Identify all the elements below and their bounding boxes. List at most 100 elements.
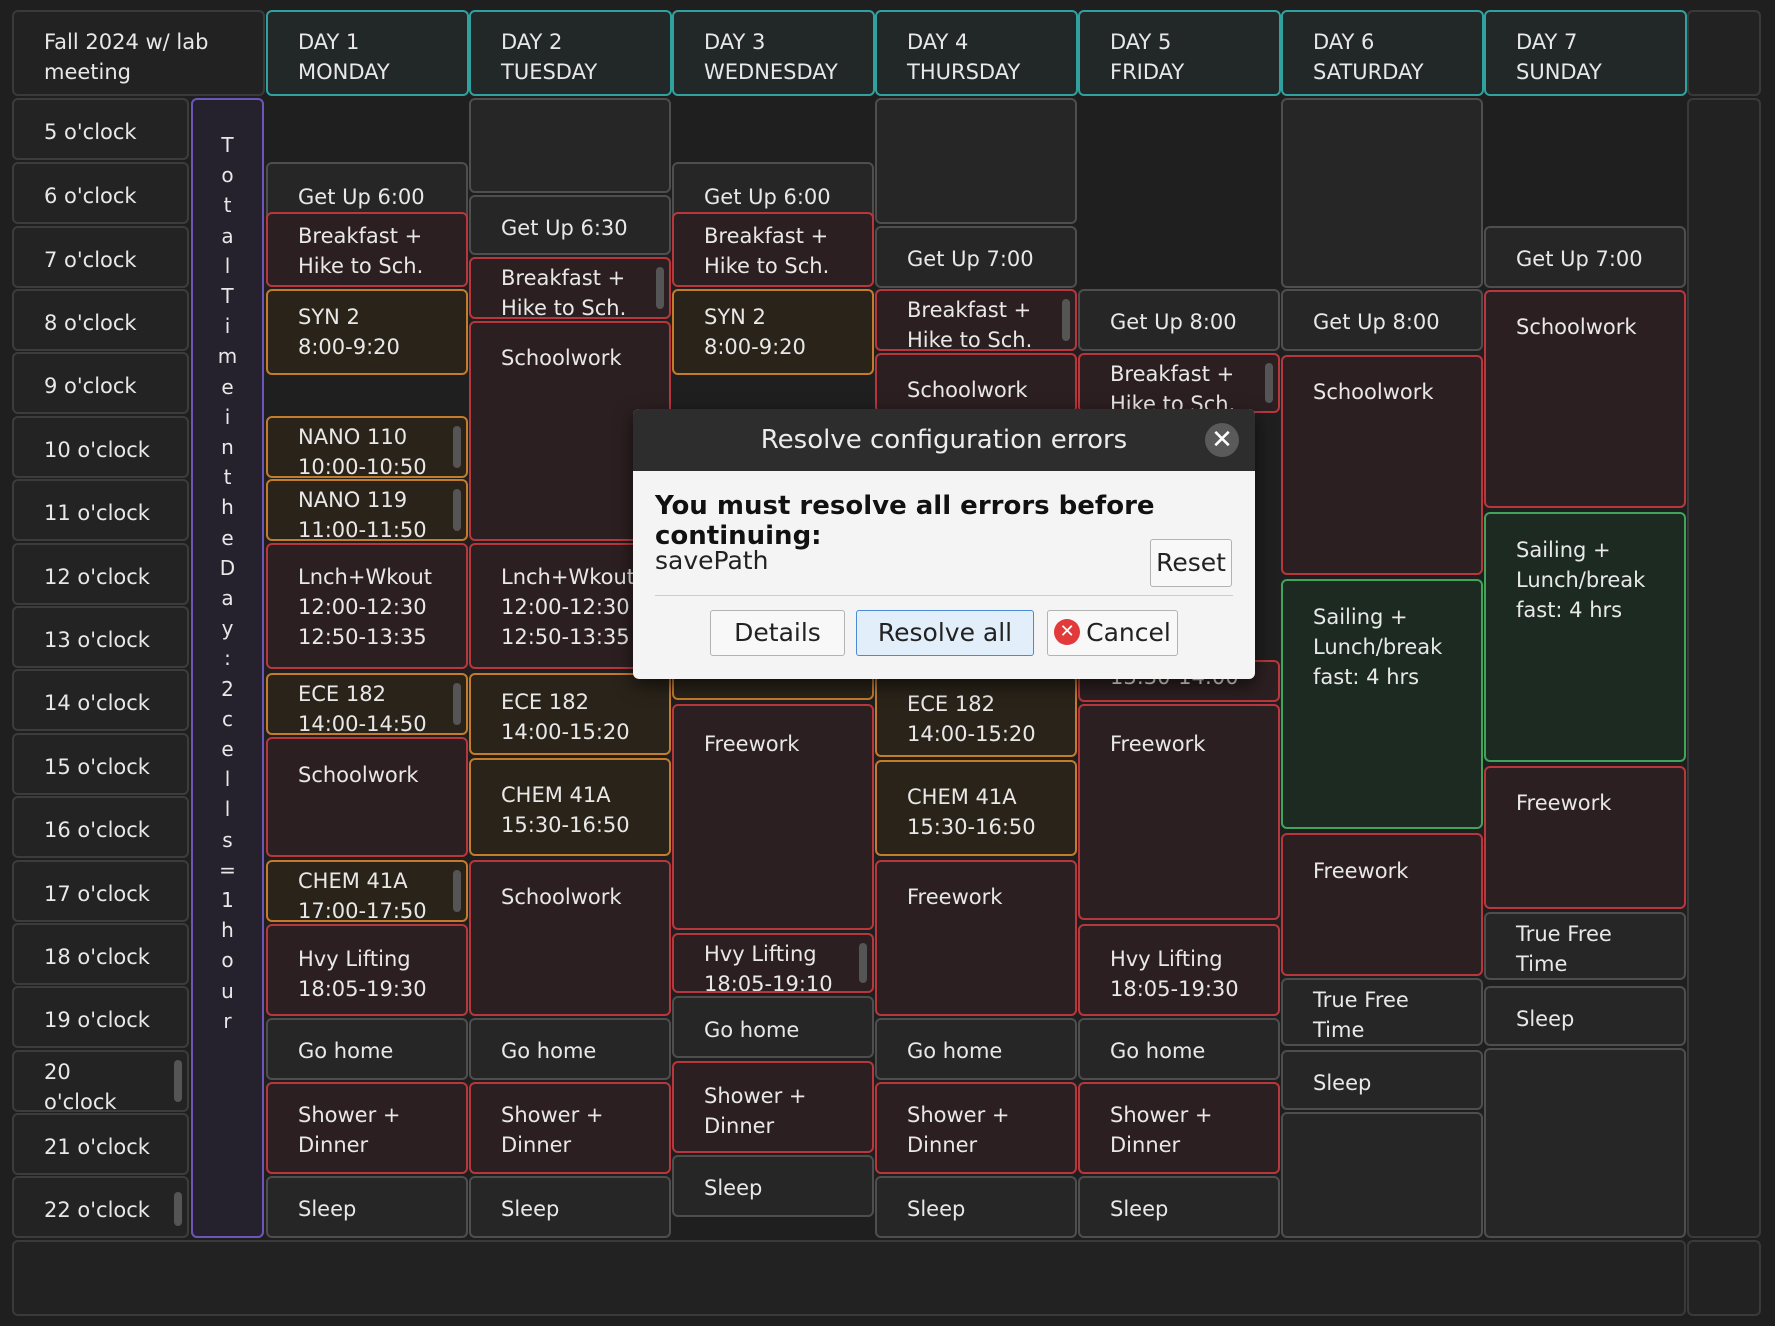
day-header-6: DAY 6 SATURDAY bbox=[1281, 10, 1484, 96]
event-block[interactable]: Schoolwork bbox=[1484, 290, 1686, 508]
event-block[interactable]: Sleep bbox=[469, 1176, 671, 1238]
hour-label: 19 o'clock bbox=[12, 986, 189, 1048]
event-block[interactable]: Breakfast + Hike to Sch. bbox=[266, 212, 468, 287]
cell-scrollbar[interactable] bbox=[1062, 299, 1070, 341]
cell-scrollbar[interactable] bbox=[453, 683, 461, 725]
event-block[interactable]: Hvy Lifting 18:05-19:30 bbox=[1078, 924, 1280, 1016]
event-block[interactable]: CHEM 41A 15:30-16:50 bbox=[469, 758, 671, 856]
event-block[interactable]: Breakfast + Hike to Sch. bbox=[875, 289, 1077, 351]
event-block[interactable]: CHEM 41A 15:30-16:50 bbox=[875, 760, 1077, 856]
event-block[interactable]: CHEM 41A 17:00-17:50 bbox=[266, 860, 468, 922]
event-block[interactable]: ECE 182 14:00-14:50 bbox=[266, 673, 468, 735]
vertical-note-char: 2 bbox=[221, 676, 234, 701]
event-block[interactable]: True Free Time bbox=[1281, 978, 1483, 1046]
event-block[interactable]: Go home bbox=[672, 996, 874, 1058]
cell-scrollbar[interactable] bbox=[1265, 363, 1273, 403]
event-block[interactable]: Schoolwork bbox=[266, 737, 468, 857]
event-block[interactable]: NANO 110 10:00-10:50 bbox=[266, 416, 468, 478]
event-block[interactable]: Sailing + Lunch/break fast: 4 hrs bbox=[1484, 512, 1686, 762]
cell-scrollbar[interactable] bbox=[174, 1192, 182, 1226]
resolve-errors-dialog: Resolve configuration errors ✕ You must … bbox=[633, 409, 1255, 679]
event-block[interactable]: Breakfast + Hike to Sch. bbox=[1078, 353, 1280, 413]
event-block[interactable]: Freework bbox=[875, 860, 1077, 1016]
event-block[interactable]: Schoolwork bbox=[1281, 355, 1483, 575]
vertical-note-char: h bbox=[221, 495, 234, 520]
event-block[interactable]: Get Up 8:00 bbox=[1281, 289, 1483, 351]
vertical-note-char: r bbox=[223, 1008, 232, 1033]
event-block[interactable]: Breakfast + Hike to Sch. bbox=[672, 212, 874, 287]
hour-label: 20 o'clock bbox=[12, 1050, 189, 1112]
cell-scrollbar[interactable] bbox=[174, 1060, 182, 1102]
event-block[interactable]: Freework bbox=[1484, 766, 1686, 909]
event-block[interactable]: Freework bbox=[1281, 833, 1483, 976]
event-block[interactable]: Shower + Dinner bbox=[266, 1082, 468, 1174]
event-block[interactable]: Sleep bbox=[1484, 986, 1686, 1046]
event-block[interactable]: Get Up 8:00 bbox=[1078, 289, 1280, 351]
event-text: ECE 182 14:00-14:50 bbox=[298, 682, 427, 735]
vertical-note-char: t bbox=[223, 193, 232, 218]
event-block[interactable]: Shower + Dinner bbox=[875, 1082, 1077, 1174]
event-block[interactable]: Get Up 7:00 bbox=[875, 226, 1077, 288]
vertical-note-char: e bbox=[221, 374, 234, 399]
hour-label: 7 o'clock bbox=[12, 226, 189, 288]
vertical-note-char: n bbox=[221, 435, 234, 460]
cancel-button[interactable]: ✕ Cancel bbox=[1047, 610, 1178, 656]
event-block[interactable]: Freework bbox=[1078, 704, 1280, 920]
event-block[interactable]: Sleep bbox=[875, 1176, 1077, 1238]
event-block[interactable]: Go home bbox=[469, 1018, 671, 1080]
event-block[interactable]: Sailing + Lunch/break fast: 4 hrs bbox=[1281, 579, 1483, 829]
resolve-all-button[interactable]: Resolve all bbox=[856, 610, 1034, 656]
event-text: Breakfast + Hike to Sch. bbox=[907, 298, 1033, 351]
cell-scrollbar[interactable] bbox=[453, 489, 461, 531]
vertical-note-char: T bbox=[221, 133, 234, 157]
event-text: CHEM 41A 17:00-17:50 bbox=[298, 869, 427, 922]
total-time-note: To t a l Ti m e i n t h e Da y:2 c e l l s = 1 h o u r bbox=[191, 98, 264, 1238]
error-item-label: savePath bbox=[655, 546, 769, 575]
event-block[interactable]: SYN 2 8:00-9:20 bbox=[266, 289, 468, 375]
vertical-note-char: l bbox=[224, 253, 231, 278]
event-block[interactable]: True Free Time bbox=[1484, 912, 1686, 980]
event-block[interactable]: Sleep bbox=[266, 1176, 468, 1238]
reset-button[interactable]: Reset bbox=[1150, 539, 1232, 587]
event-block[interactable]: Get Up 6:30 bbox=[469, 195, 671, 255]
event-block[interactable]: Lnch+Wkout 12:00-12:30 12:50-13:35 bbox=[266, 543, 468, 669]
event-block[interactable]: Sleep bbox=[1281, 1050, 1483, 1110]
event-block[interactable]: Go home bbox=[266, 1018, 468, 1080]
hour-label: 14 o'clock bbox=[12, 669, 189, 731]
event-block[interactable]: Go home bbox=[1078, 1018, 1280, 1080]
vertical-note-char: i bbox=[224, 314, 231, 339]
vertical-note-char: a bbox=[221, 586, 234, 611]
event-block[interactable]: Schoolwork bbox=[875, 353, 1077, 413]
hour-label: 17 o'clock bbox=[12, 860, 189, 922]
event-block[interactable]: Shower + Dinner bbox=[469, 1082, 671, 1174]
event-block[interactable]: Get Up 7:00 bbox=[1484, 226, 1686, 288]
event-block[interactable]: Schoolwork bbox=[469, 860, 671, 1016]
event-block[interactable]: Breakfast + Hike to Sch. bbox=[469, 257, 671, 319]
cell-scrollbar[interactable] bbox=[656, 267, 664, 309]
details-button[interactable]: Details bbox=[710, 610, 845, 656]
vertical-note-char: i bbox=[224, 404, 231, 429]
event-block[interactable]: Sleep bbox=[672, 1155, 874, 1217]
event-block[interactable]: Go home bbox=[875, 1018, 1077, 1080]
hour-label: 18 o'clock bbox=[12, 923, 189, 985]
event-block[interactable]: Freework bbox=[672, 704, 874, 930]
event-block[interactable]: Sleep bbox=[1078, 1176, 1280, 1238]
event-block[interactable]: ECE 182 14:00-15:20 bbox=[469, 673, 671, 755]
event-block[interactable]: NANO 119 11:00-11:50 bbox=[266, 479, 468, 541]
close-icon[interactable]: ✕ bbox=[1205, 423, 1239, 457]
hour-label: 10 o'clock bbox=[12, 416, 189, 478]
event-block[interactable]: ECE 182 14:00-15:20 bbox=[875, 675, 1077, 757]
event-block[interactable]: Hvy Lifting 18:05-19:30 bbox=[266, 924, 468, 1016]
vertical-note-char: u bbox=[221, 978, 234, 1003]
event-block[interactable]: Shower + Dinner bbox=[1078, 1082, 1280, 1174]
vertical-note-char: e bbox=[221, 525, 234, 550]
day-header-7: DAY 7 SUNDAY bbox=[1484, 10, 1687, 96]
event-block[interactable]: Hvy Lifting 18:05-19:10 bbox=[672, 933, 874, 993]
vertical-note-char: m bbox=[217, 344, 238, 369]
cell-scrollbar[interactable] bbox=[453, 426, 461, 468]
event-block[interactable]: SYN 2 8:00-9:20 bbox=[672, 289, 874, 375]
cell-scrollbar[interactable] bbox=[453, 870, 461, 912]
vertical-note-char: e bbox=[221, 737, 234, 762]
event-block[interactable]: Shower + Dinner bbox=[672, 1061, 874, 1153]
cell-scrollbar[interactable] bbox=[859, 943, 867, 983]
